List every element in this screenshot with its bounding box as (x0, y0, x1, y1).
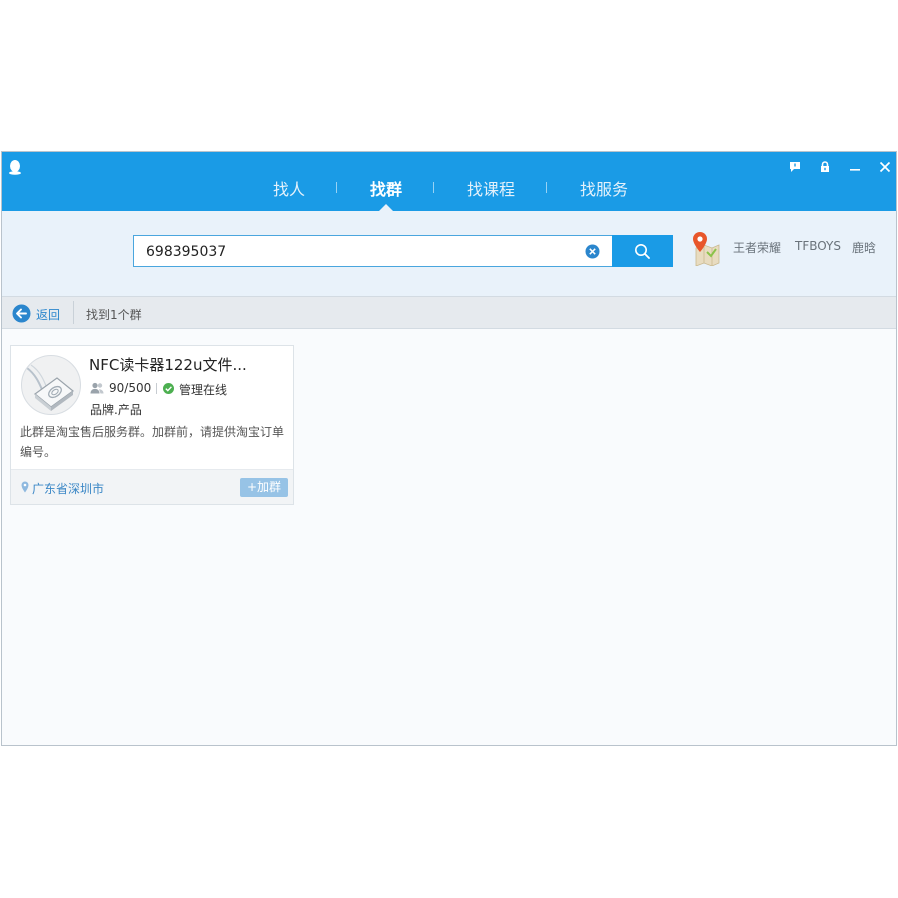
members-icon (90, 382, 104, 394)
card-footer: 广东省深圳市 +加群 (11, 469, 293, 504)
tab-find-group[interactable]: 找群 (370, 176, 402, 200)
search-box (133, 235, 613, 267)
group-location[interactable]: 广东省深圳市 (32, 480, 104, 497)
lock-icon[interactable] (818, 160, 832, 174)
clear-circle-x-icon[interactable] (585, 244, 600, 259)
search-area: 王者荣耀 TFBOYS 鹿晗 (2, 211, 896, 296)
active-tab-caret (379, 204, 393, 211)
search-input[interactable] (146, 242, 566, 262)
join-group-button[interactable]: +加群 (240, 478, 288, 497)
result-status-bar: 返回 找到1个群 (2, 296, 896, 329)
hot-tag[interactable]: TFBOYS (795, 239, 841, 253)
close-icon[interactable] (878, 160, 892, 174)
tab-divider (336, 182, 337, 193)
hot-tag[interactable]: 鹿晗 (852, 239, 876, 256)
divider (73, 301, 74, 324)
minimize-icon[interactable] (848, 160, 862, 174)
group-tags: 品牌.产品 (90, 403, 142, 417)
location-pin-icon (21, 481, 29, 493)
map-location-icon[interactable] (690, 230, 720, 266)
member-count: 90/500 (109, 381, 152, 395)
tab-find-service[interactable]: 找服务 (580, 176, 628, 200)
tab-divider (546, 182, 547, 193)
divider (156, 383, 157, 394)
group-avatar[interactable] (21, 355, 81, 415)
main-tabs: 找人 找群 找课程 找服务 (2, 176, 896, 200)
result-count: 找到1个群 (86, 308, 142, 322)
find-window: 找人 找群 找课程 找服务 698395037 王者荣耀 TFBOYS 鹿晗 返… (1, 151, 897, 746)
back-label: 返回 (36, 308, 61, 322)
nfc-reader-image (26, 364, 74, 411)
tab-find-course[interactable]: 找课程 (467, 176, 515, 200)
tab-divider (433, 182, 434, 193)
group-result-card[interactable]: NFC读卡器122u文件... 90/500 管理在线 品牌.产品 此群是淘宝售… (10, 345, 294, 505)
title-bar: 找人 找群 找课程 找服务 (2, 152, 896, 211)
feedback-icon[interactable] (788, 160, 802, 174)
tab-find-people[interactable]: 找人 (273, 176, 305, 200)
search-button[interactable] (612, 235, 673, 267)
admin-online-status: 管理在线 (179, 383, 228, 397)
qq-penguin-icon (9, 160, 21, 175)
group-description: 此群是淘宝售后服务群。加群前，请提供淘宝订单编号。 (20, 425, 285, 459)
group-name[interactable]: NFC读卡器122u文件... (89, 354, 247, 375)
back-arrow-icon (12, 304, 31, 323)
hot-tag[interactable]: 王者荣耀 (733, 239, 781, 256)
search-icon (635, 244, 650, 259)
check-circle-icon (163, 383, 174, 394)
